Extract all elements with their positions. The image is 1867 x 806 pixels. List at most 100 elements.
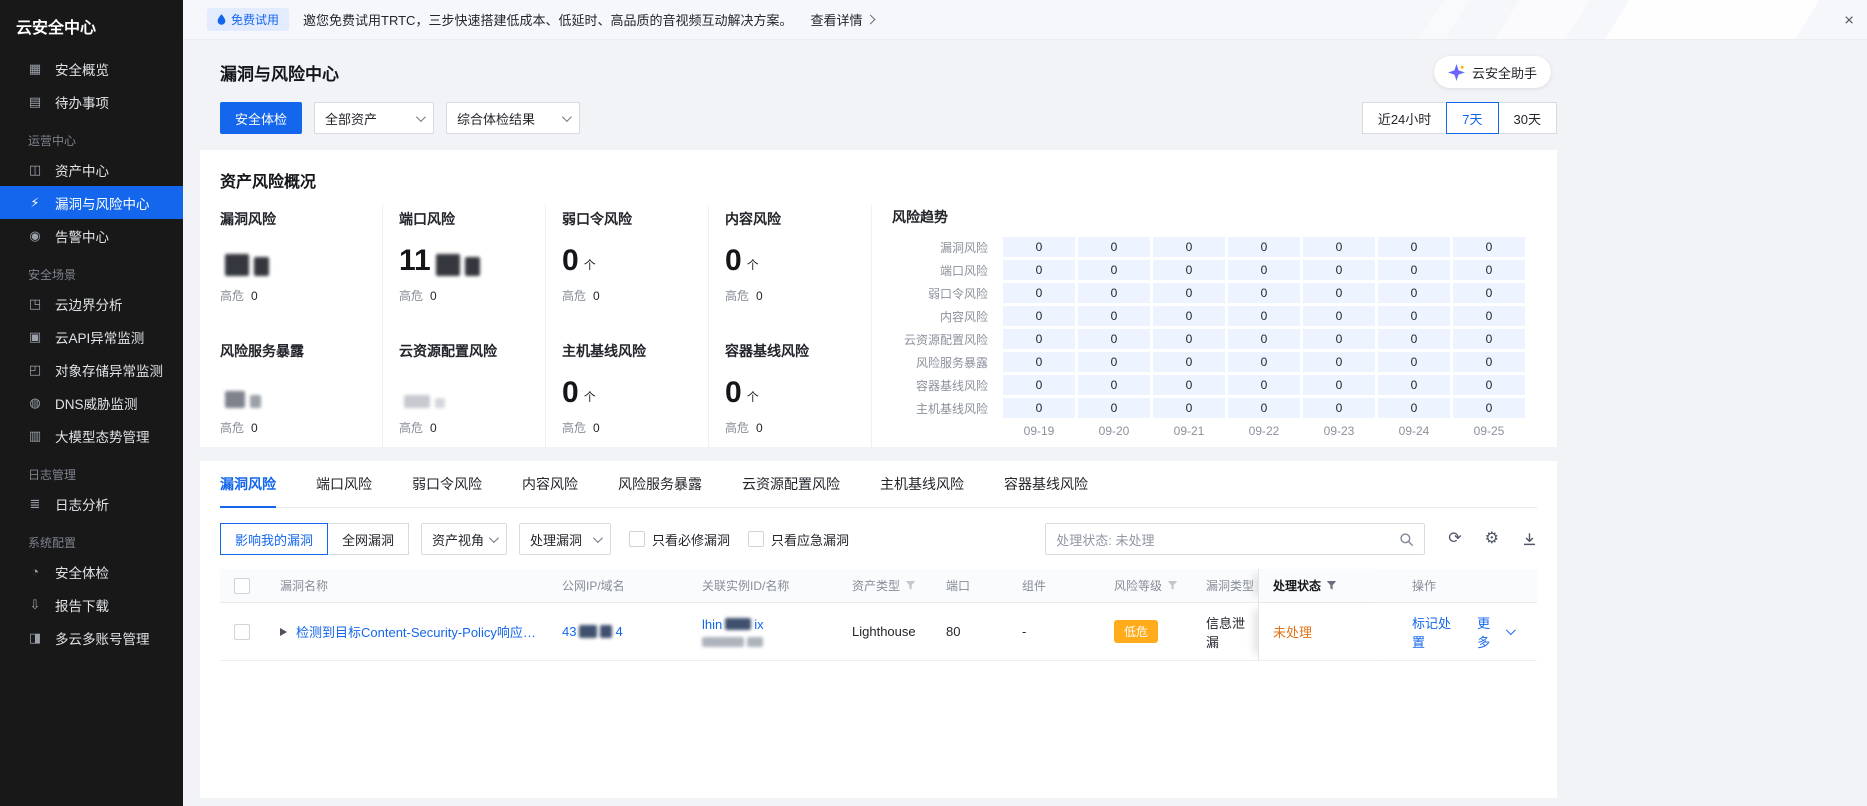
risk-tab[interactable]: 漏洞风险: [220, 461, 276, 508]
search-input[interactable]: 处理状态: 未处理: [1045, 523, 1426, 555]
sidebar-item-asset-center[interactable]: ◫ 资产中心: [0, 153, 183, 186]
sidebar-item-cloud-boundary[interactable]: ◳ 云边界分析: [0, 287, 183, 320]
sidebar-item-todo[interactable]: ▤ 待办事项: [0, 85, 183, 118]
risk-tabs: 漏洞风险 端口风险 弱口令风险 内容风险 风险服务暴露 云资源配置风险 主机基线风险 容器基线…: [220, 461, 1537, 508]
instance-id[interactable]: lhin ix: [702, 617, 764, 632]
sidebar-item-label: 日志分析: [55, 497, 109, 513]
search-filter-value: 处理状态: 未处理: [1056, 532, 1155, 548]
trend-row-label: 内容风险: [939, 309, 988, 324]
risk-tab[interactable]: 风险服务暴露: [618, 461, 702, 507]
mark-disposal-button[interactable]: 标记处置: [1412, 613, 1461, 651]
stat-high-risk: 高危 0: [220, 419, 368, 436]
sidebar-item-llm-posture[interactable]: ▥ 大模型态势管理: [0, 419, 183, 452]
sidebar-item-report-download[interactable]: ⇩ 报告下载: [0, 588, 183, 621]
cell-instance: lhin ix: [694, 603, 844, 660]
trend-cell: 0: [1228, 352, 1300, 372]
select-all-checkbox[interactable]: [234, 577, 250, 594]
range-30d-button[interactable]: 30天: [1497, 102, 1557, 134]
risk-stat-card: 漏洞风险 高危 0: [220, 205, 383, 337]
sidebar-item-alert-center[interactable]: ◉ 告警中心: [0, 219, 183, 252]
risk-tab[interactable]: 内容风险: [522, 461, 578, 507]
sidebar-item-security-check[interactable]: ◔ 安全体检: [0, 555, 183, 588]
trend-row-label: 弱口令风险: [927, 286, 988, 301]
sidebar-item-multicloud-account[interactable]: ◨ 多云多账号管理: [0, 621, 183, 654]
sidebar-item-storage-anomaly[interactable]: ◰ 对象存储异常监测: [0, 353, 183, 386]
settings-gear-icon[interactable]: ⚙: [1485, 531, 1499, 547]
stat-unit: 个: [583, 258, 596, 272]
page-content: 漏洞与风险中心 云安全助手 安全体检 全部资产 综合体检结果 近24小时 7天 …: [200, 40, 1557, 798]
expand-row-icon[interactable]: [280, 627, 287, 636]
required-vuln-checkbox[interactable]: [629, 531, 646, 547]
col-status: 处理状态: [1258, 569, 1398, 602]
filter-funnel-icon[interactable]: [905, 580, 916, 591]
banner-close-icon[interactable]: ×: [1844, 11, 1854, 28]
emergency-vuln-filter[interactable]: 只看应急漏洞: [748, 530, 849, 549]
required-vuln-filter[interactable]: 只看必修漏洞: [629, 530, 730, 549]
checkup-result-select[interactable]: 综合体检结果: [446, 102, 581, 134]
sidebar-item-label: 大模型态势管理: [55, 429, 150, 445]
checkup-result-value: 综合体检结果: [457, 111, 536, 127]
security-assistant-button[interactable]: 云安全助手: [1433, 56, 1551, 88]
sidebar: 云安全中心 ▦ 安全概览 ▤ 待办事项 运营中心 ◫ 资产中心 ⚡ 漏洞与风险中心 ◉ 告警中心 安全…: [0, 0, 183, 806]
sidebar-item-log-analysis[interactable]: ≣ 日志分析: [0, 487, 183, 520]
all-vulns-button[interactable]: 全网漏洞: [327, 523, 410, 555]
dns-threat-icon: ◍: [29, 394, 41, 410]
security-checkup-button[interactable]: 安全体检: [220, 102, 303, 134]
trend-cell: 0: [1378, 352, 1450, 372]
filter-funnel-icon[interactable]: [1167, 580, 1178, 591]
instance-id-link[interactable]: lhin: [702, 617, 722, 632]
trend-cell: 0: [1303, 352, 1375, 372]
my-vulns-button[interactable]: 影响我的漏洞: [220, 523, 329, 555]
trend-cell: 0: [1453, 283, 1525, 303]
asset-scope-select[interactable]: 全部资产: [314, 102, 435, 134]
handle-vuln-select[interactable]: 处理漏洞: [519, 523, 612, 555]
banner-details-link[interactable]: 查看详情: [810, 10, 876, 29]
risk-trend: 风险趋势 漏洞风险 0 0 0 0 0 0 0 端口风险 0 0 0 0 0 0 0 弱口令风险 0 0 0 0 0 0 0 内…: [872, 205, 1537, 447]
more-actions-button[interactable]: 更多: [1477, 613, 1516, 651]
trend-cell: 0: [1228, 375, 1300, 395]
risk-tab[interactable]: 云资源配置风险: [742, 461, 840, 507]
asset-view-select[interactable]: 资产视角: [421, 523, 508, 555]
stat-card-title: 风险服务暴露: [220, 343, 304, 359]
col-public-ip: 公网IP/域名: [554, 569, 694, 602]
trend-date-label: 09-24: [1398, 424, 1430, 438]
sidebar-item-label: 报告下载: [55, 598, 109, 614]
emergency-vuln-checkbox[interactable]: [748, 531, 765, 547]
row-checkbox[interactable]: [234, 623, 250, 640]
vuln-name-link[interactable]: 检测到目标Content-Security-Policy响应头缺...: [296, 622, 546, 641]
cloud-boundary-icon: ◳: [28, 295, 42, 311]
risk-detail-panel: 漏洞风险 端口风险 弱口令风险 内容风险 风险服务暴露 云资源配置风险 主机基线风险 容器基线…: [200, 461, 1557, 798]
trend-cell: 0: [1078, 306, 1150, 326]
assistant-sparkle-icon: [1447, 63, 1465, 81]
trend-cell: 0: [1003, 283, 1075, 303]
filter-funnel-icon[interactable]: [1326, 580, 1337, 591]
risk-tab[interactable]: 弱口令风险: [412, 461, 482, 507]
high-risk-value: 0: [251, 289, 258, 303]
range-7d-button[interactable]: 7天: [1446, 102, 1499, 134]
ip-link[interactable]: 43: [562, 624, 576, 639]
assistant-label: 云安全助手: [1471, 65, 1537, 81]
sidebar-item-overview[interactable]: ▦ 安全概览: [0, 52, 183, 85]
chevron-down-icon: [561, 111, 572, 122]
ip-link[interactable]: 4: [615, 624, 622, 639]
asset-view-value: 资产视角: [432, 532, 485, 548]
risk-tab[interactable]: 端口风险: [316, 461, 372, 507]
stat-unit: 个: [746, 390, 759, 404]
stat-card-title: 端口风险: [399, 211, 455, 227]
trend-cell: 0: [1303, 375, 1375, 395]
overview-icon: ▦: [28, 60, 42, 76]
search-icon[interactable]: [1399, 532, 1414, 547]
stat-unit: 个: [746, 258, 759, 272]
range-24h-button[interactable]: 近24小时: [1361, 102, 1448, 134]
risk-tab[interactable]: 主机基线风险: [880, 461, 964, 507]
asset-center-icon: ◫: [28, 161, 42, 177]
redacted-ip-segment: [579, 625, 598, 638]
refresh-icon[interactable]: ⟳: [1448, 531, 1461, 547]
sidebar-item-dns-threat[interactable]: ◍ DNS威胁监测: [0, 386, 183, 419]
risk-tab[interactable]: 容器基线风险: [1004, 461, 1088, 507]
trend-cell: 0: [1228, 329, 1300, 349]
sidebar-item-api-anomaly[interactable]: ▣ 云API异常监测: [0, 320, 183, 353]
instance-id-link[interactable]: ix: [754, 617, 763, 632]
download-icon[interactable]: [1522, 532, 1537, 547]
sidebar-item-vuln-risk-center[interactable]: ⚡ 漏洞与风险中心: [0, 186, 183, 219]
